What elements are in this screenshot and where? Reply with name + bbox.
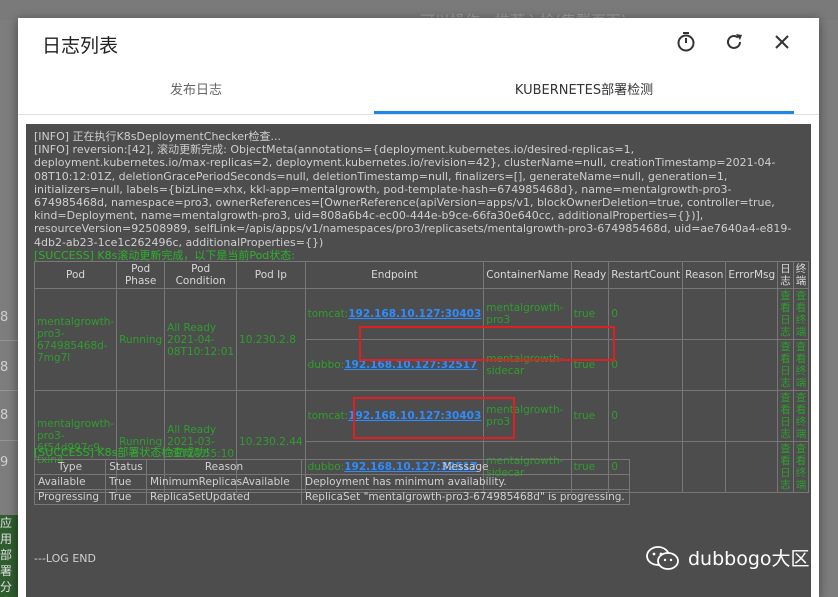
- error-msg-cell: [725, 390, 779, 442]
- highlight-box: [353, 397, 515, 439]
- deployment-condition-table: Type Status Reason Message Available Tru…: [34, 459, 630, 505]
- endpoint-link[interactable]: 192.168.10.127:30403: [348, 308, 481, 320]
- watermark-text: dubbogo大区: [688, 548, 810, 570]
- log-line: [INFO] 正在执行K8sDeploymentChecker检查...: [34, 130, 281, 143]
- log-line: [INFO] reversion:[42], 滚动更新完成: ObjectMet…: [34, 143, 792, 249]
- error-msg-cell: [725, 441, 779, 493]
- background-divider: [0, 390, 18, 391]
- view-terminal-link[interactable]: 查看终端: [792, 441, 810, 493]
- condition-message: Deployment has minimum availability.: [301, 474, 630, 490]
- restart-count: 0: [608, 390, 684, 442]
- reason-cell: [682, 390, 727, 442]
- highlight-box: [359, 326, 615, 361]
- column-header: Reason: [146, 459, 302, 475]
- column-header: 终端: [792, 261, 810, 289]
- view-log-link[interactable]: 查看日志: [777, 441, 794, 493]
- log-list-dialog: 日志列表 发布日志 KUBERNETES部署检测 [INFO] 正在执行K8sD…: [18, 18, 819, 597]
- column-header: Pod Condition: [164, 261, 238, 289]
- pod-condition: All Ready 2021-04-08T10:12:01: [164, 288, 238, 391]
- column-header: Message: [301, 459, 630, 475]
- reason-cell: [682, 441, 727, 493]
- endpoint-label: dubbo:: [307, 359, 345, 371]
- restart-count: 0: [608, 339, 684, 391]
- background-header: [0, 0, 838, 20]
- column-header: 日志: [777, 261, 794, 289]
- table-row: Progressing True ReplicaSetUpdated Repli…: [34, 489, 630, 505]
- view-terminal-link[interactable]: 查看终端: [792, 288, 810, 340]
- background-row-number: 9: [0, 455, 9, 470]
- pod-name: mentalgrowth-pro3-674985468d-7mg7l: [33, 288, 118, 391]
- pod-phase: Running: [116, 288, 166, 391]
- background-row-number: 8: [0, 310, 9, 325]
- error-msg-cell: [725, 288, 779, 340]
- tab-publish-log[interactable]: 发布日志: [18, 82, 374, 114]
- active-tab-indicator: [374, 111, 794, 114]
- restart-count: 0: [608, 288, 684, 340]
- tab-bar: 发布日志 KUBERNETES部署检测: [18, 82, 819, 115]
- column-header: ContainerName: [483, 261, 572, 289]
- refresh-icon[interactable]: [722, 30, 746, 54]
- column-header: Pod Ip: [236, 261, 306, 289]
- view-log-link[interactable]: 查看日志: [777, 390, 794, 442]
- background-row-number: 8: [0, 408, 9, 423]
- column-header: Reason: [682, 261, 727, 289]
- condition-reason: MinimumReplicasAvailable: [146, 474, 302, 490]
- ready-status: true: [570, 390, 610, 442]
- pod-ip: 10.230.2.8: [236, 288, 306, 391]
- table-row: Available True MinimumReplicasAvailable …: [34, 474, 630, 490]
- condition-type: Available: [34, 474, 106, 490]
- dialog-title: 日志列表: [42, 35, 119, 57]
- condition-status: True: [105, 474, 147, 490]
- background-divider: [0, 440, 18, 441]
- condition-status: True: [105, 489, 147, 505]
- view-terminal-link[interactable]: 查看终端: [792, 339, 810, 391]
- success-message: [SUCCESS] K8s部署状态检查成功!: [34, 446, 210, 459]
- column-header: Endpoint: [304, 261, 485, 289]
- reason-cell: [682, 339, 727, 391]
- column-header: Pod Phase: [116, 261, 166, 289]
- endpoint-label: tomcat:: [307, 410, 349, 422]
- column-header: ErrorMsg: [725, 261, 779, 289]
- column-header: Pod: [33, 261, 118, 289]
- reason-cell: [682, 288, 727, 340]
- error-msg-cell: [725, 339, 779, 391]
- column-header: Type: [34, 459, 106, 475]
- log-console[interactable]: [INFO] 正在执行K8sDeploymentChecker检查... [IN…: [26, 124, 811, 597]
- log-text: [INFO] 正在执行K8sDeploymentChecker检查... [IN…: [34, 130, 794, 262]
- log-end-marker: ---LOG END: [34, 552, 96, 565]
- condition-reason: ReplicaSetUpdated: [146, 489, 302, 505]
- column-header: Ready: [570, 261, 610, 289]
- background-row-number: 8: [0, 360, 9, 375]
- column-header: Status: [105, 459, 147, 475]
- endpoint-label: tomcat:: [307, 308, 349, 320]
- close-icon[interactable]: [770, 30, 794, 54]
- watermark: dubbogo大区: [646, 544, 810, 571]
- view-log-link[interactable]: 查看日志: [777, 288, 794, 340]
- timer-icon[interactable]: [674, 30, 698, 54]
- background-divider: [0, 340, 18, 341]
- view-log-link[interactable]: 查看日志: [777, 339, 794, 391]
- wechat-icon: [646, 545, 679, 570]
- column-header: RestartCount: [608, 261, 684, 289]
- background-side-block: 应用 部署 分支 配置 去初: [0, 515, 18, 597]
- view-terminal-link[interactable]: 查看终端: [792, 390, 810, 442]
- condition-type: Progressing: [34, 489, 106, 505]
- tab-kubernetes-check[interactable]: KUBERNETES部署检测: [374, 82, 794, 114]
- condition-message: ReplicaSet "mentalgrowth-pro3-674985468d…: [301, 489, 630, 505]
